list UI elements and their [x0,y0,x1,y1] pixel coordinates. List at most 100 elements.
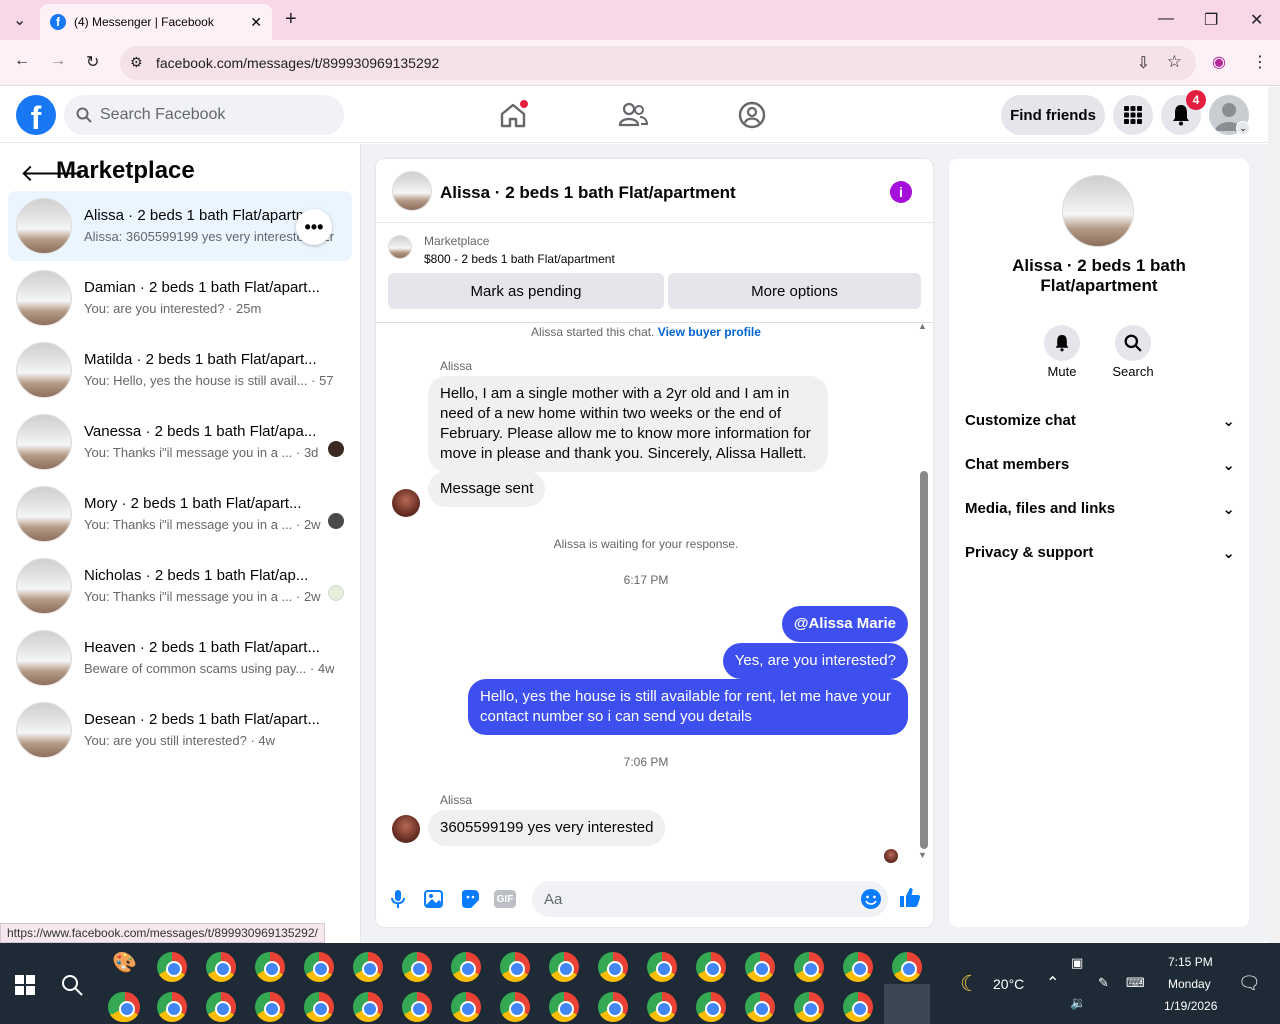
sender-avatar[interactable] [392,489,420,517]
conversation-item-matilda[interactable]: Matilda · 2 beds 1 bath Flat/apart... Yo… [8,335,352,405]
more-options-icon[interactable]: ••• [296,209,332,245]
keyboard-icon[interactable]: ⌨ [1126,975,1145,991]
paint-app-icon[interactable]: 🎨 [112,950,137,975]
message-input[interactable]: Aa [532,881,888,917]
facebook-logo-icon[interactable]: f [16,95,56,136]
conversation-item-mory[interactable]: Mory · 2 beds 1 bath Flat/apart... You: … [8,479,352,549]
pen-icon[interactable]: ✎ [1098,975,1109,991]
conversation-item-alissa[interactable]: Alissa · 2 beds 1 bath Flat/apartment Al… [8,191,352,261]
chrome-taskbar-icon[interactable] [402,952,432,982]
photo-icon[interactable] [422,887,446,911]
bookmark-star-icon[interactable]: ☆ [1167,52,1182,72]
search-input[interactable]: Search Facebook [64,95,344,135]
mark-pending-button[interactable]: Mark as pending [388,273,664,309]
chrome-taskbar-icon[interactable] [549,992,579,1022]
emoji-icon[interactable] [860,888,882,910]
minimize-icon[interactable]: — [1158,10,1174,28]
chrome-taskbar-icon[interactable] [451,992,481,1022]
thumbs-up-icon[interactable] [898,886,922,910]
chrome-taskbar-icon[interactable] [304,992,334,1022]
conversation-item-desean[interactable]: Desean · 2 beds 1 bath Flat/apart... You… [8,695,352,765]
tray-chevron-icon[interactable]: ⌃ [1046,973,1059,993]
chrome-taskbar-icon[interactable] [696,952,726,982]
chrome-taskbar-icon[interactable] [696,992,726,1022]
clock-time[interactable]: 7:15 PM [1168,955,1213,969]
site-info-icon[interactable]: ⚙ [130,54,143,71]
listing-thumbnail[interactable] [388,235,412,259]
windows-start-icon[interactable] [15,975,35,995]
sticker-icon[interactable] [458,887,482,911]
media-files-row[interactable]: Media, files and links ⌄ [965,500,1235,518]
clock-day[interactable]: Monday [1168,977,1211,991]
home-icon[interactable] [495,97,531,133]
scroll-down-icon[interactable]: ▼ [918,850,927,860]
install-icon[interactable]: ⇩ [1137,53,1150,73]
chat-members-row[interactable]: Chat members ⌄ [965,456,1235,474]
chrome-taskbar-icon[interactable] [402,992,432,1022]
mute-bell-icon[interactable] [1044,325,1080,361]
chrome-taskbar-icon[interactable] [647,952,677,982]
conversation-item-nicholas[interactable]: Nicholas · 2 beds 1 bath Flat/ap... You:… [8,551,352,621]
chat-thumbnail[interactable] [392,171,432,211]
forward-icon[interactable]: → [50,52,66,70]
search-chat-icon[interactable] [1115,325,1151,361]
friends-icon[interactable] [615,97,651,133]
chrome-taskbar-icon[interactable] [843,992,873,1022]
chrome-taskbar-icon[interactable] [157,952,187,982]
message-bubble-incoming[interactable]: Message sent [428,471,546,507]
chrome-menu-icon[interactable]: ⋮ [1252,52,1268,72]
message-bubble-incoming[interactable]: Hello, I am a single mother with a 2yr o… [428,376,828,472]
address-bar[interactable]: ⚙ facebook.com/messages/t/89993096913529… [120,46,1196,80]
account-chevron-icon[interactable]: ⌄ [1236,121,1250,135]
chrome-taskbar-icon[interactable] [794,992,824,1022]
menu-grid-icon[interactable] [1113,95,1153,135]
camera-icon[interactable]: ▣ [1071,955,1083,971]
back-icon[interactable]: ← [14,52,30,70]
chrome-taskbar-icon[interactable] [892,952,922,982]
scrollbar-thumb[interactable] [920,471,928,849]
groups-icon[interactable] [734,97,770,133]
gif-icon[interactable]: GIF [494,890,516,908]
chrome-taskbar-icon[interactable] [206,952,236,982]
chrome-taskbar-icon[interactable] [353,952,383,982]
taskbar-search-icon[interactable] [60,973,84,997]
more-options-button[interactable]: More options [668,273,921,309]
chrome-taskbar-icon[interactable] [745,952,775,982]
scroll-up-icon[interactable]: ▲ [918,321,927,331]
chrome-taskbar-icon[interactable] [255,992,285,1022]
info-thumbnail[interactable] [1062,175,1134,247]
browser-tab[interactable]: f (4) Messenger | Facebook ✕ [40,4,272,40]
volume-icon[interactable]: 🔉 [1070,995,1086,1011]
chrome-taskbar-icon[interactable] [647,992,677,1022]
notification-center-icon[interactable]: 🗨 [1238,973,1261,994]
view-buyer-profile-link[interactable]: View buyer profile [658,325,761,339]
tab-close-icon[interactable]: ✕ [250,14,262,31]
sender-avatar[interactable] [392,815,420,843]
reload-icon[interactable]: ↻ [86,52,99,72]
weather-temp[interactable]: 20°C [993,976,1024,992]
chrome-taskbar-icon[interactable] [304,952,334,982]
weather-moon-icon[interactable]: ☾ [960,971,980,997]
info-icon[interactable]: i [890,181,912,203]
page-scrollbar[interactable] [1268,87,1280,943]
chrome-taskbar-icon[interactable] [500,992,530,1022]
privacy-support-row[interactable]: Privacy & support ⌄ [965,544,1235,562]
message-bubble-incoming[interactable]: 3605599199 yes very interested [428,810,666,846]
chat-title[interactable]: Alissa · 2 beds 1 bath Flat/apartment [440,183,736,203]
clock-date[interactable]: 1/19/2026 [1164,999,1217,1013]
customize-chat-row[interactable]: Customize chat ⌄ [965,412,1235,430]
profile-icon[interactable]: ◉ [1212,52,1226,72]
chrome-taskbar-icon[interactable] [500,952,530,982]
chrome-taskbar-icon[interactable] [598,952,628,982]
chrome-taskbar-icon[interactable] [843,952,873,982]
message-bubble-outgoing[interactable]: Yes, are you interested? [722,643,908,679]
maximize-icon[interactable]: ❐ [1204,10,1218,30]
conversation-item-heaven[interactable]: Heaven · 2 beds 1 bath Flat/apart... Bew… [8,623,352,693]
chrome-taskbar-icon[interactable] [157,992,187,1022]
chrome-taskbar-icon[interactable] [745,992,775,1022]
new-tab-icon[interactable]: + [285,8,297,31]
message-bubble-outgoing[interactable]: @Alissa Marie [781,606,908,642]
listing-price[interactable]: $800 - 2 beds 1 bath Flat/apartment [424,252,615,266]
conversation-item-damian[interactable]: Damian · 2 beds 1 bath Flat/apart... You… [8,263,352,333]
tab-search-icon[interactable]: ⌄ [13,10,26,30]
